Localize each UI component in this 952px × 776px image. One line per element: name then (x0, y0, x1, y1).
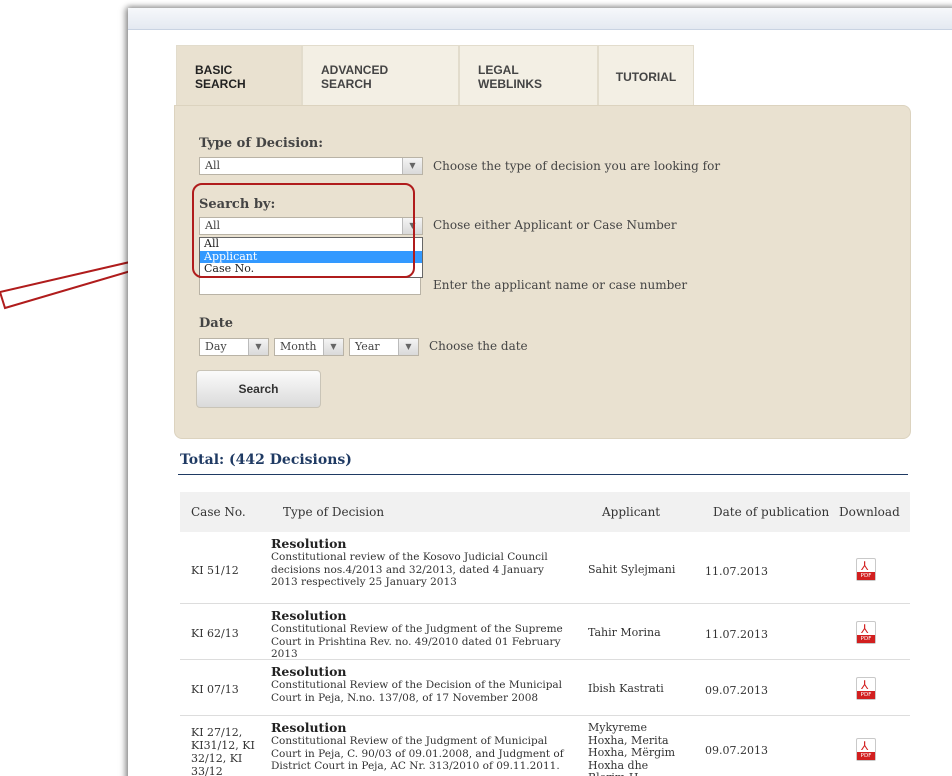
month-select[interactable]: Month ▼ (274, 338, 344, 356)
chevron-down-icon[interactable]: ▼ (323, 339, 343, 355)
tab-tutorial[interactable]: TUTORIAL (598, 45, 694, 107)
search-by-value: All (205, 219, 220, 232)
search-by-hint: Chose either Applicant or Case Number (433, 218, 677, 232)
column-case-no: Case No. (191, 505, 246, 519)
results-total: Total: (442 Decisions) (180, 452, 352, 468)
decision-description: Constitutional Review of the Judgment of… (271, 623, 563, 660)
applicant: Ibish Kastrati (588, 682, 664, 695)
pdf-icon[interactable]: ⅄ PDF (856, 558, 876, 581)
decision-type: Resolution (271, 536, 347, 551)
tab-advanced-search[interactable]: ADVANCED SEARCH (302, 45, 459, 107)
decision-description: Constitutional Review of the Judgment of… (271, 735, 564, 772)
chevron-down-icon[interactable]: ▼ (398, 339, 418, 355)
applicant: Sahit Sylejmani (588, 563, 676, 576)
column-download: Download (839, 505, 900, 519)
publication-date: 11.07.2013 (705, 628, 768, 641)
month-value: Month (280, 340, 317, 353)
divider (178, 474, 908, 475)
case-no: KI 07/13 (191, 683, 239, 696)
search-by-select[interactable]: All ▼ (199, 217, 423, 235)
pdf-icon[interactable]: ⅄ PDF (856, 738, 876, 761)
date-hint: Choose the date (429, 339, 528, 353)
column-date-of-publication: Date of publication (713, 505, 830, 519)
year-value: Year (355, 340, 380, 353)
decision-cell: Resolution Constitutional Review of the … (271, 664, 571, 704)
pdf-icon[interactable]: ⅄ PDF (856, 677, 876, 700)
search-by-label: Search by: (199, 197, 276, 212)
type-of-decision-label: Type of Decision: (199, 136, 324, 151)
search-query-hint: Enter the applicant name or case number (433, 278, 688, 292)
dropdown-option-all[interactable]: All (200, 238, 422, 251)
search-panel: Type of Decision: All ▼ Choose the type … (174, 105, 911, 439)
tab-legal-weblinks[interactable]: LEGAL WEBLINKS (459, 45, 598, 107)
table-row: KI 62/13 Resolution Constitutional Revie… (180, 604, 910, 660)
top-bar (128, 8, 952, 30)
table-row: KI 27/12, KI31/12, KI 32/12, KI 33/12 Re… (180, 716, 910, 776)
type-of-decision-select[interactable]: All ▼ (199, 157, 423, 175)
applicant: Mykyreme Hoxha, Merita Hoxha, Mërgim Hox… (588, 721, 676, 776)
decision-cell: Resolution Constitutional Review of the … (271, 608, 571, 661)
year-select[interactable]: Year ▼ (349, 338, 419, 356)
decision-type: Resolution (271, 720, 347, 735)
decision-type: Resolution (271, 608, 347, 623)
column-applicant: Applicant (602, 505, 661, 519)
decision-description: Constitutional Review of the Decision of… (271, 679, 563, 704)
search-button[interactable]: Search (196, 370, 321, 408)
type-of-decision-value: All (205, 159, 220, 172)
column-type-of-decision: Type of Decision (283, 505, 385, 519)
day-select[interactable]: Day ▼ (199, 338, 269, 356)
case-no: KI 51/12 (191, 564, 239, 577)
decision-description: Constitutional review of the Kosovo Judi… (271, 551, 548, 588)
page: BASIC SEARCH ADVANCED SEARCH LEGAL WEBLI… (128, 8, 952, 776)
chevron-down-icon[interactable]: ▼ (248, 339, 268, 355)
date-label: Date (199, 316, 233, 331)
pdf-icon[interactable]: ⅄ PDF (856, 621, 876, 644)
case-no: KI 27/12, KI31/12, KI 32/12, KI 33/12 (191, 726, 255, 776)
search-query-input[interactable] (199, 277, 421, 295)
applicant: Tahir Morina (588, 626, 661, 639)
table-row: KI 51/12 Resolution Constitutional revie… (180, 532, 910, 604)
case-no: KI 62/13 (191, 627, 239, 640)
results-table-header: Case No. Type of Decision Applicant Date… (180, 492, 910, 532)
type-of-decision-hint: Choose the type of decision you are look… (433, 159, 721, 173)
publication-date: 11.07.2013 (705, 565, 768, 578)
chevron-down-icon[interactable]: ▼ (402, 218, 422, 234)
table-row: KI 07/13 Resolution Constitutional Revie… (180, 660, 910, 716)
decision-cell: Resolution Constitutional review of the … (271, 536, 571, 589)
publication-date: 09.07.2013 (705, 744, 768, 757)
search-by-dropdown-list: All Applicant Case No. (199, 237, 423, 278)
decision-type: Resolution (271, 664, 347, 679)
publication-date: 09.07.2013 (705, 684, 768, 697)
dropdown-option-case-no[interactable]: Case No. (200, 263, 422, 276)
decision-cell: Resolution Constitutional Review of the … (271, 720, 571, 773)
chevron-down-icon[interactable]: ▼ (402, 158, 422, 174)
search-tabs: BASIC SEARCH ADVANCED SEARCH LEGAL WEBLI… (176, 45, 694, 107)
tab-basic-search[interactable]: BASIC SEARCH (176, 45, 302, 107)
day-value: Day (205, 340, 227, 353)
